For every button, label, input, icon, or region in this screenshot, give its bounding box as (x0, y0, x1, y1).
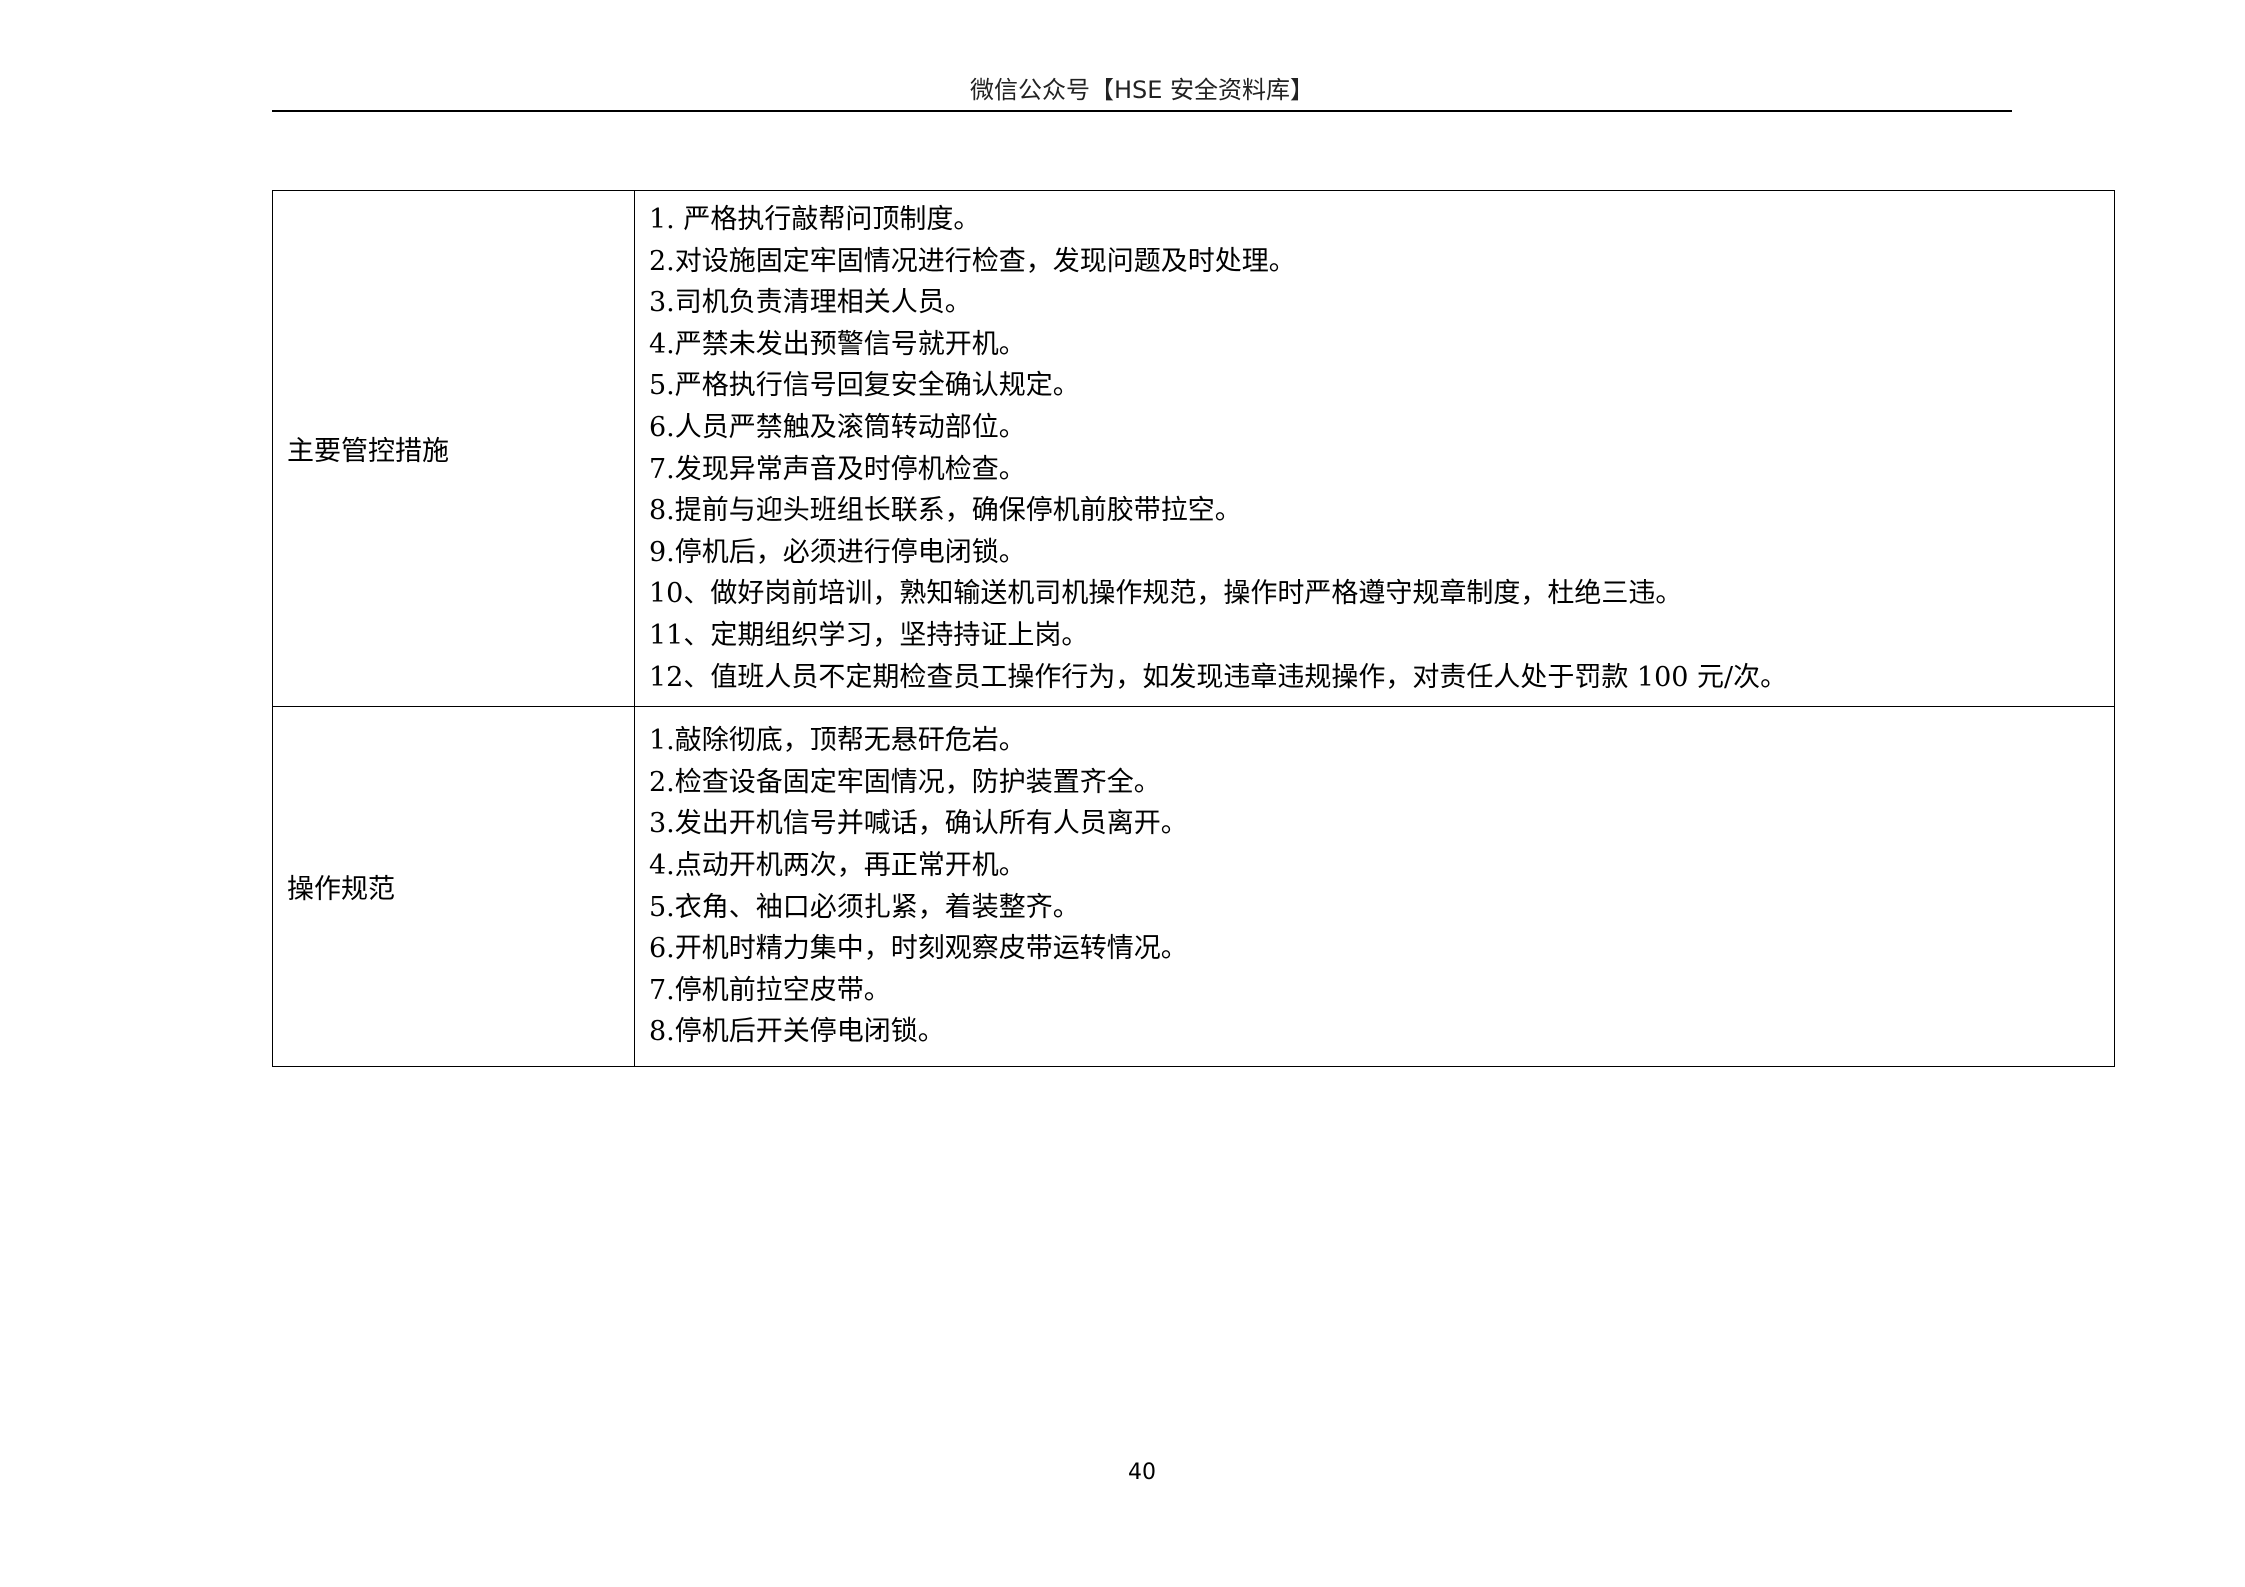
page-number: 40 (1128, 1460, 1156, 1485)
list-item: 2.检查设备固定牢固情况，防护装置齐全。 (649, 766, 1161, 798)
list-item: 5.衣角、袖口必须扎紧，着装整齐。 (649, 891, 1080, 923)
page-header: 微信公众号【HSE 安全资料库】 (969, 76, 1315, 104)
table-row-main-control-measures: 主要管控措施 1. 严格执行敲帮问顶制度。 2.对设施固定牢固情况进行检查，发现… (272, 189, 2115, 708)
row-label-operating-rules: 操作规范 (272, 706, 635, 1068)
list-item: 10、做好岗前培训，熟知输送机司机操作规范，操作时严格遵守规章制度，杜绝三违。 (649, 578, 1683, 610)
list-item: 4.严禁未发出预警信号就开机。 (649, 328, 1026, 360)
list-item: 7.发现异常声音及时停机检查。 (649, 453, 1026, 485)
list-item: 3.发出开机信号并喊话，确认所有人员离开。 (649, 808, 1188, 840)
list-item: 4.点动开机两次，再正常开机。 (649, 850, 1026, 882)
list-item: 9.停机后，必须进行停电闭锁。 (649, 536, 1026, 568)
list-item: 6.开机时精力集中，时刻观察皮带运转情况。 (649, 933, 1188, 965)
list-item: 6.人员严禁触及滚筒转动部位。 (649, 411, 1026, 443)
list-item: 2.对设施固定牢固情况进行检查，发现问题及时处理。 (649, 245, 1296, 277)
list-item: 1.敲除彻底，顶帮无悬矸危岩。 (649, 725, 1026, 757)
list-item: 11、定期组织学习，坚持持证上岗。 (649, 619, 1089, 651)
control-measures-table: 主要管控措施 1. 严格执行敲帮问顶制度。 2.对设施固定牢固情况进行检查，发现… (272, 189, 2115, 1068)
list-item: 12、值班人员不定期检查员工操作行为，如发现违章违规操作，对责任人处于罚款 10… (649, 661, 1788, 693)
list-item: 8.停机后开关停电闭锁。 (649, 1016, 945, 1048)
list-item: 1. 严格执行敲帮问顶制度。 (649, 204, 981, 235)
list-item: 7.停机前拉空皮带。 (649, 974, 891, 1006)
row-content-operating-rules: 1.敲除彻底，顶帮无悬矸危岩。 2.检查设备固定牢固情况，防护装置齐全。 3.发… (634, 706, 2115, 1068)
list-item: 5.严格执行信号回复安全确认规定。 (649, 370, 1080, 402)
row-content-main-control-measures: 1. 严格执行敲帮问顶制度。 2.对设施固定牢固情况进行检查，发现问题及时处理。… (634, 189, 2115, 708)
list-item: 3.司机负责清理相关人员。 (649, 287, 972, 319)
row-label-main-control-measures: 主要管控措施 (272, 189, 635, 708)
header-rule (272, 110, 2012, 112)
table-row-operating-rules: 操作规范 1.敲除彻底，顶帮无悬矸危岩。 2.检查设备固定牢固情况，防护装置齐全… (272, 706, 2115, 1068)
list-item: 8.提前与迎头班组长联系，确保停机前胶带拉空。 (649, 495, 1242, 527)
